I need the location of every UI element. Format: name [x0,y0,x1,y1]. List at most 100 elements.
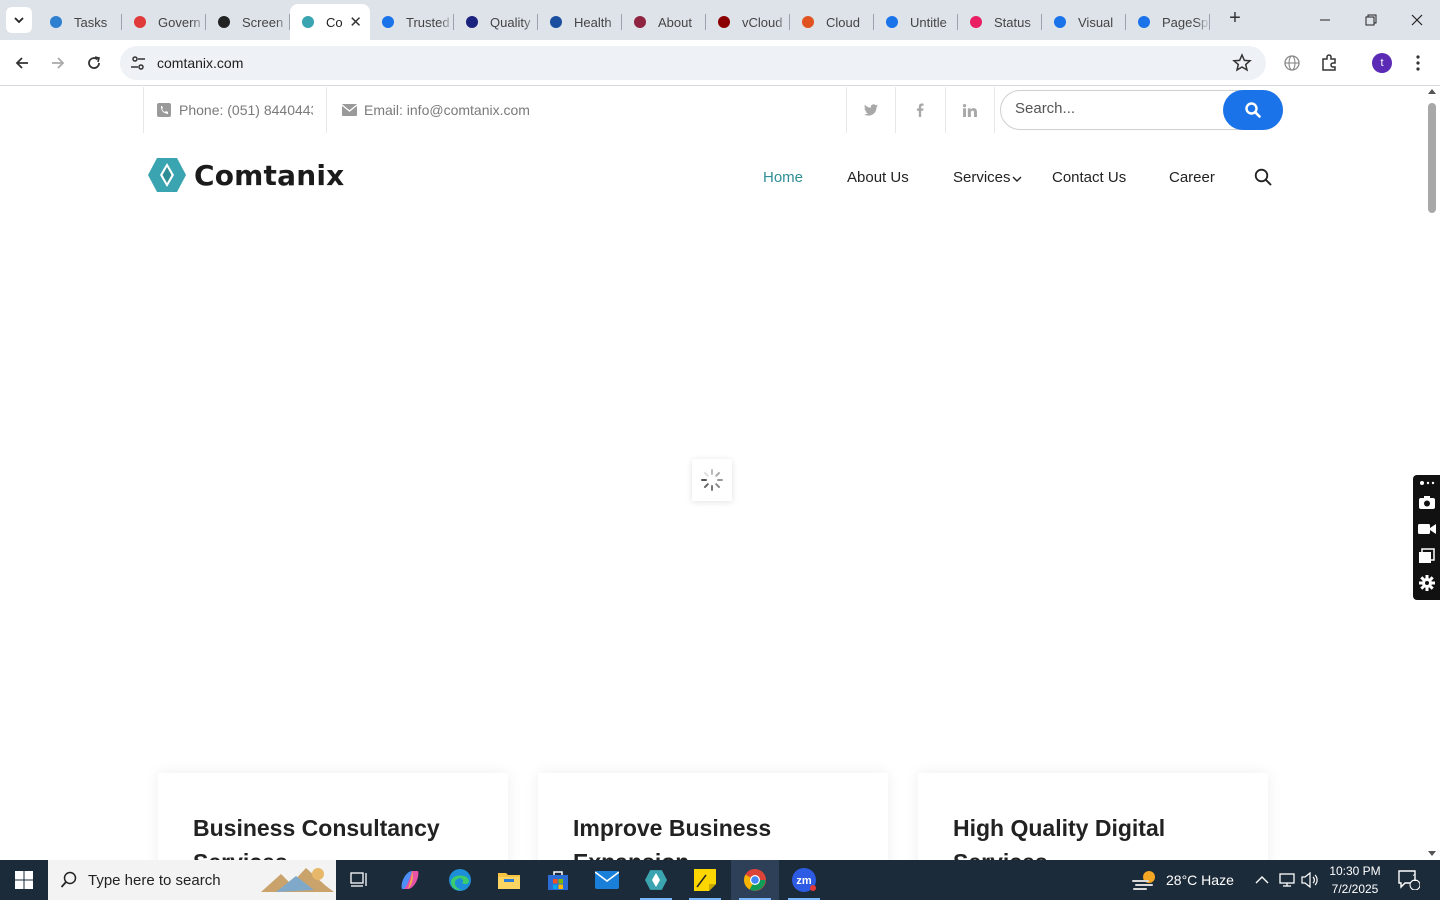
taskbar-search-text: Type here to search [88,871,221,889]
chrome-app[interactable] [731,860,779,900]
close-window-button[interactable] [1394,0,1440,40]
scroll-down-arrow-icon[interactable] [1428,851,1436,856]
site-search-input[interactable] [1015,100,1215,117]
clock-date: 7/2/2025 [1331,882,1379,896]
browser-tab[interactable]: Health [538,4,622,40]
start-button[interactable] [0,860,48,900]
page-scrollbar[interactable] [1424,87,1440,860]
scroll-thumb[interactable] [1428,103,1436,213]
notification-center-button[interactable]: 1 [1398,860,1420,900]
tab-label: About [658,14,692,30]
store-icon [548,871,568,890]
divider [994,87,995,133]
nav-career[interactable]: Career [1169,169,1215,186]
browser-tab[interactable]: Cloud [790,4,874,40]
linkedin-link[interactable] [946,87,994,133]
nav-contact-us[interactable]: Contact Us [1052,169,1126,186]
copilot-icon [401,871,419,889]
search-icon [1245,102,1261,118]
forward-button[interactable] [46,51,70,75]
record-video-button[interactable] [1418,520,1436,538]
weather-widget[interactable]: 28°C Haze [1132,860,1234,900]
mail-app[interactable] [583,860,631,900]
zoom-app[interactable]: zm [780,860,828,900]
chevron-down-icon[interactable] [1012,175,1022,183]
about-favicon-icon [632,14,648,30]
back-button[interactable] [10,51,34,75]
dots-icon [1420,481,1435,485]
copilot-app[interactable] [386,860,434,900]
browser-tab[interactable]: Status [958,4,1042,40]
system-clock[interactable]: 10:30 PM 7/2/2025 [1320,862,1390,898]
site-logo[interactable]: Comtanix [148,157,344,193]
govern-favicon-icon [132,14,148,30]
browser-tab[interactable]: Govern [122,4,206,40]
browser-menu-button[interactable] [1407,52,1429,74]
new-tab-button[interactable]: + [1224,8,1246,30]
tab-search-button[interactable] [6,7,32,33]
url-text[interactable]: comtanix.com [157,55,243,71]
browser-tab[interactable]: Trusted [370,4,454,40]
site-info-icon[interactable] [130,55,146,71]
close-tab-icon[interactable]: ✕ [349,13,362,31]
browser-tab[interactable]: vCloud [706,4,790,40]
service-card[interactable]: Business Consultancy Services [158,773,508,860]
browser-tab[interactable]: Screen [206,4,290,40]
nav-home[interactable]: Home [763,169,803,186]
facebook-link[interactable] [896,87,944,133]
browser-tab[interactable]: Tasks [38,4,122,40]
kebab-menu-icon [1416,55,1420,71]
search-icon[interactable] [1254,168,1272,186]
service-card[interactable]: Improve Business Expansion [538,773,888,860]
browser-tab[interactable]: Quality [454,4,538,40]
cloud-favicon-icon [800,14,816,30]
sticky-note-icon [694,869,716,891]
browser-tab[interactable]: About [622,4,706,40]
screenshot-button[interactable] [1418,493,1436,511]
comtanix-app[interactable] [632,860,680,900]
address-bar[interactable]: comtanix.com [120,46,1266,80]
status-favicon-icon [968,14,984,30]
task-view-button[interactable] [336,860,384,900]
health-favicon-icon [548,14,564,30]
reload-button[interactable] [82,51,106,75]
site-search [1000,90,1283,130]
minimize-button[interactable] [1302,0,1348,40]
envelope-icon [342,104,357,116]
service-card-title: High Quality Digital Services [953,815,1166,860]
scroll-up-arrow-icon[interactable] [1428,89,1436,94]
chrome-icon [744,869,766,891]
microsoft-store-app[interactable] [534,860,582,900]
nav-services[interactable]: Services [953,169,1011,186]
minimize-icon [1320,19,1330,21]
taskbar-search[interactable]: Type here to search [48,860,336,900]
service-card[interactable]: High Quality Digital Services [918,773,1268,860]
twitter-link[interactable] [847,87,895,133]
translate-button[interactable] [1281,52,1303,74]
browser-tab[interactable]: PageSp [1126,4,1210,40]
edge-app[interactable] [436,860,484,900]
volume-button[interactable] [1301,860,1319,900]
file-explorer-app[interactable] [485,860,533,900]
browser-tab[interactable]: Untitle [874,4,958,40]
profile-avatar[interactable]: t [1372,53,1392,73]
capture-area-button[interactable] [1418,547,1436,565]
tool-settings-button[interactable] [1418,574,1436,592]
network-button[interactable] [1279,860,1297,900]
bookmark-star-icon[interactable] [1232,53,1252,73]
browser-tab[interactable]: Co ✕ [290,4,370,40]
phone-info[interactable]: Phone: (051) 8440443 [157,87,313,133]
linkedin-icon [963,103,977,117]
service-card-title: Improve Business Expansion [573,815,772,860]
network-icon [1279,873,1295,887]
browser-tab[interactable]: Visual [1042,4,1126,40]
tab-label: Untitle [910,14,947,30]
arrow-left-icon [15,57,28,69]
sticky-notes-app[interactable] [681,860,729,900]
extensions-button[interactable] [1318,52,1340,74]
restore-button[interactable] [1348,0,1394,40]
show-hidden-icons-button[interactable] [1255,860,1269,900]
site-search-button[interactable] [1223,90,1283,130]
nav-about-us[interactable]: About Us [847,169,909,186]
email-info[interactable]: Email: info@comtanix.com [342,87,530,133]
